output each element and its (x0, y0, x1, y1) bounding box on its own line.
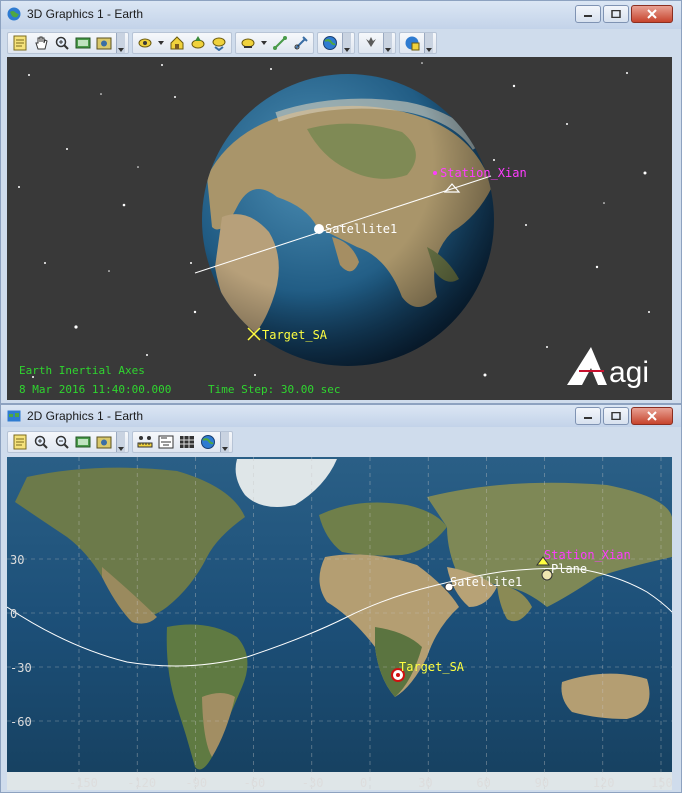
latitude-label: -30 (10, 661, 32, 675)
toolbar-group-2d-2 (132, 431, 233, 453)
snapshot-icon[interactable] (95, 433, 113, 451)
longitude-label: -30 (302, 776, 324, 790)
pan-hand-icon[interactable] (32, 34, 50, 52)
plane-label-2d: Plane (551, 562, 587, 576)
bookmark-icon[interactable] (362, 34, 380, 52)
zoom-icon[interactable] (53, 34, 71, 52)
latitude-label: 30 (10, 553, 24, 567)
north-up-icon[interactable] (189, 34, 207, 52)
minimize-button[interactable] (575, 5, 601, 23)
satellite-2d[interactable]: Satellite1 (444, 575, 522, 592)
longitude-label: -60 (244, 776, 266, 790)
snapshot-icon[interactable] (95, 34, 113, 52)
title-bar-2d[interactable]: 2D Graphics 1 - Earth (1, 405, 681, 427)
close-button[interactable] (631, 407, 673, 425)
record-icon[interactable] (74, 433, 92, 451)
maximize-icon (611, 412, 621, 420)
satellite-label-3d: Satellite1 (325, 222, 397, 236)
longitude-label: 150 (651, 776, 672, 790)
earth-globe[interactable] (202, 74, 494, 366)
australia (561, 673, 650, 719)
window-2d-graphics: 2D Graphics 1 - Earth 30 0 -30 -60 -150 … (0, 404, 682, 793)
maximize-button[interactable] (603, 5, 629, 23)
longitude-label: 30 (418, 776, 432, 790)
agi-logo-text: agi (609, 356, 649, 389)
grid-icon[interactable] (178, 433, 196, 451)
toolbar-2d (7, 429, 233, 455)
maximize-button[interactable] (603, 407, 629, 425)
scale-icon[interactable] (136, 433, 154, 451)
station-xian-label-2d: Station_Xian (544, 548, 631, 562)
globe-icon[interactable] (199, 433, 217, 451)
window-title: 3D Graphics 1 - Earth (27, 7, 144, 21)
satellite-label-2d: Satellite1 (450, 575, 522, 589)
globe-manager-icon[interactable] (403, 34, 421, 52)
toolbar-group-3d-1 (7, 32, 129, 54)
zoom-out-icon[interactable] (53, 433, 71, 451)
home-view-icon[interactable] (168, 34, 186, 52)
station-xian-label-3d: Station_Xian (440, 166, 527, 180)
view-to-icon[interactable] (210, 34, 228, 52)
agi-logo: agi (567, 347, 649, 389)
target-sa-label-2d: Target_SA (399, 660, 465, 674)
3d-viewport[interactable]: Station_Xian Satellite1 Target_SA Earth … (7, 57, 672, 400)
ratio-icon[interactable] (157, 433, 175, 451)
dropdown-arrow-icon[interactable] (157, 34, 165, 52)
satellite-marker[interactable]: Satellite1 (314, 222, 397, 236)
window-title: 2D Graphics 1 - Earth (27, 409, 144, 423)
tools-icon[interactable] (292, 34, 310, 52)
longitude-label: 90 (535, 776, 549, 790)
toolbar-overflow-button[interactable] (342, 33, 351, 53)
properties-icon[interactable] (11, 433, 29, 451)
toolbar-group-3d-2 (132, 32, 232, 54)
dropdown-arrow-icon[interactable] (260, 34, 268, 52)
earth-app-icon (7, 7, 21, 21)
close-icon (647, 411, 657, 421)
close-button[interactable] (631, 5, 673, 23)
2d-map[interactable]: 30 0 -30 -60 -150 -120 -90 -60 -30 0 30 60 90 120 150… (7, 457, 672, 790)
toolbar-group-3d-4 (317, 32, 355, 54)
2d-map-viewport[interactable]: 30 0 -30 -60 -150 -120 -90 -60 -30 0 30 60 90 120 150… (7, 457, 672, 790)
measure-icon[interactable] (271, 34, 289, 52)
view-from-icon[interactable] (136, 34, 154, 52)
toolbar-3d (7, 30, 437, 56)
map-app-icon (7, 410, 21, 422)
zoom-in-icon[interactable] (32, 433, 50, 451)
longitude-label: 60 (476, 776, 490, 790)
toolbar-overflow-button[interactable] (116, 432, 125, 452)
toolbar-group-3d-5 (358, 32, 396, 54)
toolbar-overflow-button[interactable] (424, 33, 433, 53)
window-3d-graphics: 3D Graphics 1 - Earth Station_Xian Satel… (0, 0, 682, 404)
longitude-label: -90 (185, 776, 207, 790)
datetime-readout: 8 Mar 2016 11:40:00.000 (19, 383, 171, 396)
pick-icon[interactable] (239, 34, 257, 52)
toolbar-overflow-button[interactable] (116, 33, 125, 53)
toolbar-group-2d-1 (7, 431, 129, 453)
longitude-label: 120 (593, 776, 615, 790)
target-sa-label-3d: Target_SA (262, 328, 328, 342)
close-icon (647, 9, 657, 19)
timestep-readout: Time Step: 30.00 sec (208, 383, 340, 396)
minimize-icon (584, 15, 592, 17)
latitude-label: -60 (10, 715, 32, 729)
latitude-label: 0 (10, 607, 17, 621)
longitude-label: -150 (69, 776, 98, 790)
minimize-icon (584, 417, 592, 419)
record-icon[interactable] (74, 34, 92, 52)
axes-label: Earth Inertial Axes (19, 364, 145, 377)
properties-icon[interactable] (11, 34, 29, 52)
toolbar-overflow-button[interactable] (220, 432, 229, 452)
antarctica (7, 772, 672, 790)
title-bar-3d[interactable]: 3D Graphics 1 - Earth (1, 1, 681, 29)
longitude-label: -120 (127, 776, 156, 790)
toolbar-overflow-button[interactable] (383, 33, 392, 53)
maximize-icon (611, 10, 621, 18)
longitude-label: 0 (360, 776, 367, 790)
toolbar-group-3d-6 (399, 32, 437, 54)
3d-scene[interactable]: Station_Xian Satellite1 Target_SA Earth … (7, 57, 672, 400)
globe-icon[interactable] (321, 34, 339, 52)
minimize-button[interactable] (575, 407, 601, 425)
toolbar-group-3d-3 (235, 32, 314, 54)
